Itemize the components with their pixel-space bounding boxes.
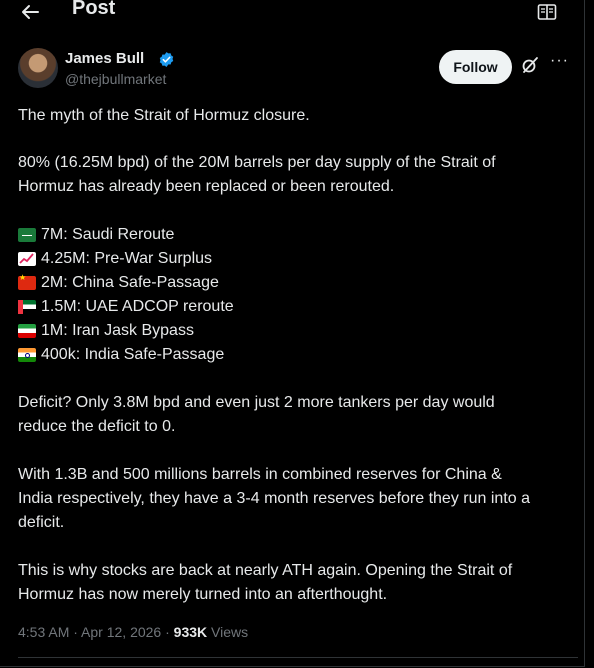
author-name[interactable]: James Bull — [65, 50, 144, 67]
post-meta: 4:53 AM · Apr 12, 2026 · 933K Views — [18, 624, 248, 640]
post-text-conclusion: This is why stocks are back at nearly AT… — [18, 562, 513, 603]
more-options-icon[interactable]: ··· — [550, 52, 569, 70]
list-item-text: 7M: Saudi Reroute — [41, 226, 175, 243]
back-button[interactable] — [18, 0, 42, 24]
list-item: 1.5M: UAE ADCOP reroute — [18, 295, 574, 319]
post-text-deficit: Deficit? Only 3.8M bpd and even just 2 m… — [18, 394, 495, 435]
divider — [18, 657, 578, 658]
meta-separator: · — [161, 624, 174, 640]
post-text-headline: The myth of the Strait of Hormuz closure… — [18, 107, 310, 124]
post-text-reserves: With 1.3B and 500 millions barrels in co… — [18, 466, 530, 531]
views-count: 933K — [173, 624, 208, 640]
views-label: Views — [207, 624, 249, 640]
list-item-text: 1M: Iran Jask Bypass — [41, 322, 194, 339]
reader-mode-icon[interactable] — [537, 3, 557, 26]
chart-increasing-icon — [18, 252, 36, 266]
list-item-text: 4.25M: Pre-War Surplus — [41, 250, 213, 267]
verified-badge-icon[interactable] — [158, 51, 175, 73]
list-item-text: 1.5M: UAE ADCOP reroute — [41, 298, 234, 315]
author-row: James Bull @thejbullmarket Follow ··· — [18, 48, 578, 92]
china-flag-icon — [18, 273, 36, 290]
meta-separator: · — [69, 624, 82, 640]
saudi-flag-icon — [18, 228, 36, 242]
list-item: 2M: China Safe-Passage — [18, 271, 574, 295]
list-item: 1M: Iran Jask Bypass — [18, 319, 574, 343]
follow-button[interactable]: Follow — [439, 50, 512, 84]
post-text-summary: 80% (16.25M bpd) of the 20M barrels per … — [18, 154, 496, 195]
header: Post — [0, 0, 584, 26]
list-item-text: 2M: China Safe-Passage — [41, 274, 219, 291]
list-item-text: 400k: India Safe-Passage — [41, 346, 225, 363]
list-item: 400k: India Safe-Passage — [18, 343, 574, 367]
avatar[interactable] — [18, 48, 58, 88]
list-item: 7M: Saudi Reroute — [18, 223, 574, 247]
grok-icon[interactable] — [521, 56, 539, 79]
uae-flag-icon — [18, 300, 36, 314]
page-title: Post — [72, 0, 116, 19]
iran-flag-icon — [18, 324, 36, 338]
post-frame: Post James Bull @thejbullmarket Follow ·… — [0, 0, 585, 667]
arrow-left-icon — [22, 5, 39, 19]
breakdown-list: 7M: Saudi Reroute 4.25M: Pre-War Surplus… — [18, 223, 574, 367]
post-time[interactable]: 4:53 AM — [18, 624, 69, 640]
post-date[interactable]: Apr 12, 2026 — [81, 624, 161, 640]
author-handle[interactable]: @thejbullmarket — [65, 71, 166, 87]
india-flag-icon — [18, 348, 36, 362]
list-item: 4.25M: Pre-War Surplus — [18, 247, 574, 271]
